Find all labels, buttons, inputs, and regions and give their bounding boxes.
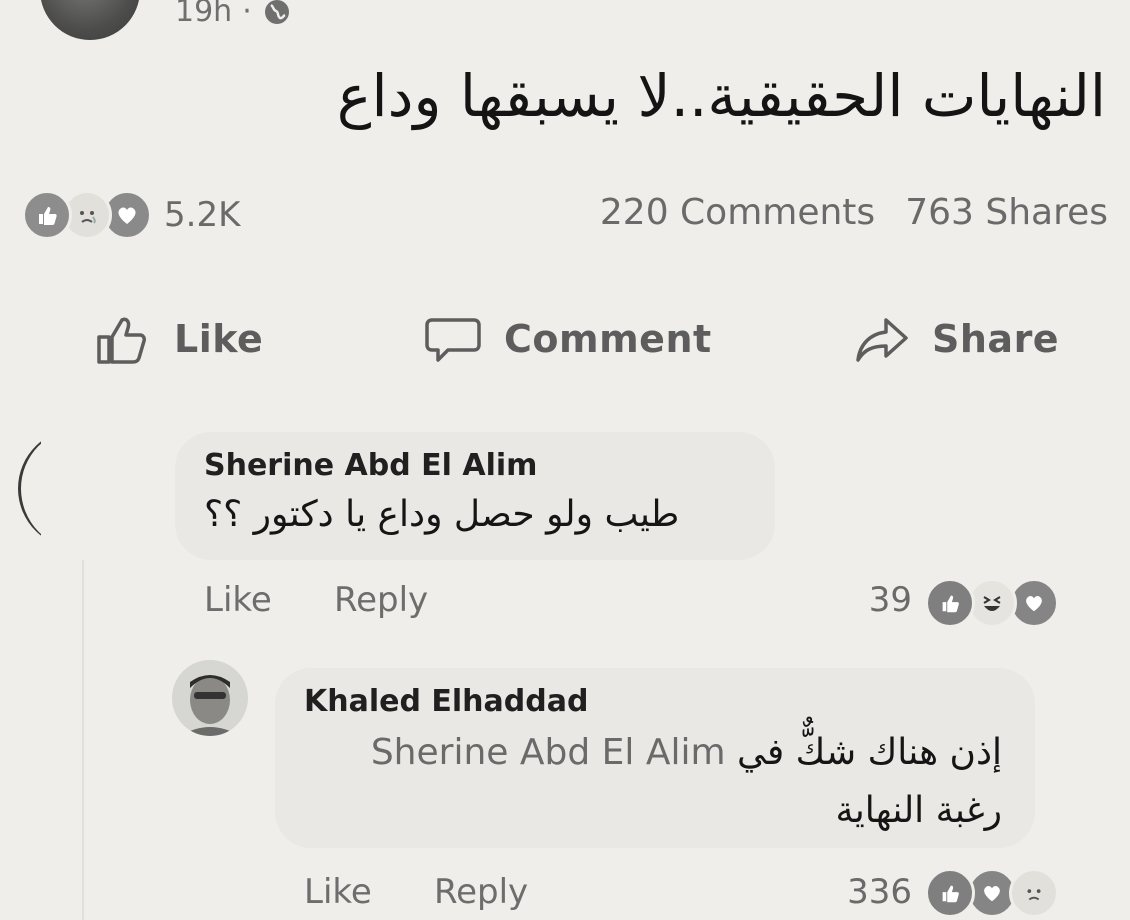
sad-icon — [1009, 868, 1059, 918]
comment-reaction-count[interactable]: 39 — [869, 580, 912, 620]
share-icon — [856, 318, 908, 362]
comment-reply-button[interactable]: Reply — [334, 580, 428, 620]
like-button[interactable]: Like — [94, 310, 263, 368]
post-text: النهايات الحقيقية..لا يسبقها وداع — [336, 62, 1106, 130]
comment-author[interactable]: Sherine Abd El Alim — [204, 448, 537, 483]
reaction-count: 5.2K — [164, 195, 241, 235]
reply-reaction-count[interactable]: 336 — [847, 872, 912, 912]
like-icon — [22, 190, 72, 240]
comment-like-button[interactable]: Like — [204, 580, 272, 620]
like-icon — [925, 868, 975, 918]
reply-author-avatar[interactable] — [172, 660, 248, 736]
reply-like-button[interactable]: Like — [304, 872, 372, 912]
post-author-avatar[interactable] — [40, 0, 140, 40]
reply-mention[interactable]: Sherine Abd El Alim — [371, 732, 726, 773]
comment-avatar[interactable] — [18, 428, 41, 549]
reply-author[interactable]: Khaled Elhaddad — [304, 684, 588, 719]
reply-text-line1: إذن هناك شكٌّ في Sherine Abd El Alim — [371, 732, 1002, 773]
post-meta: 19h · — [175, 0, 292, 29]
shares-count[interactable]: 763 Shares — [905, 192, 1108, 233]
like-label: Like — [174, 317, 264, 361]
meta-separator: · — [242, 0, 252, 29]
comment-label: Comment — [504, 317, 712, 361]
comment-icon — [425, 318, 481, 362]
reply-text-line2: رغبة النهاية — [835, 790, 1002, 831]
like-icon — [925, 578, 975, 628]
thread-line — [82, 560, 84, 920]
reply-reply-button[interactable]: Reply — [434, 872, 528, 912]
reply-reactions[interactable] — [925, 868, 1059, 918]
reactions-summary[interactable]: 5.2K — [22, 190, 240, 240]
share-button[interactable]: Share — [852, 310, 1059, 368]
share-label: Share — [932, 317, 1060, 361]
comment-button[interactable]: Comment — [424, 310, 712, 368]
comments-count[interactable]: 220 Comments — [600, 192, 875, 233]
post-stats: 220 Comments 763 Shares — [600, 192, 1108, 233]
thumbs-up-icon — [97, 317, 146, 364]
globe-icon — [264, 0, 289, 24]
post-time[interactable]: 19h — [175, 0, 232, 29]
comment-text: طيب ولو حصل وداع يا دكتور ؟؟ — [204, 494, 680, 535]
reply-text: إذن هناك شكٌّ في — [736, 732, 1002, 773]
comment-reactions[interactable] — [925, 578, 1059, 628]
